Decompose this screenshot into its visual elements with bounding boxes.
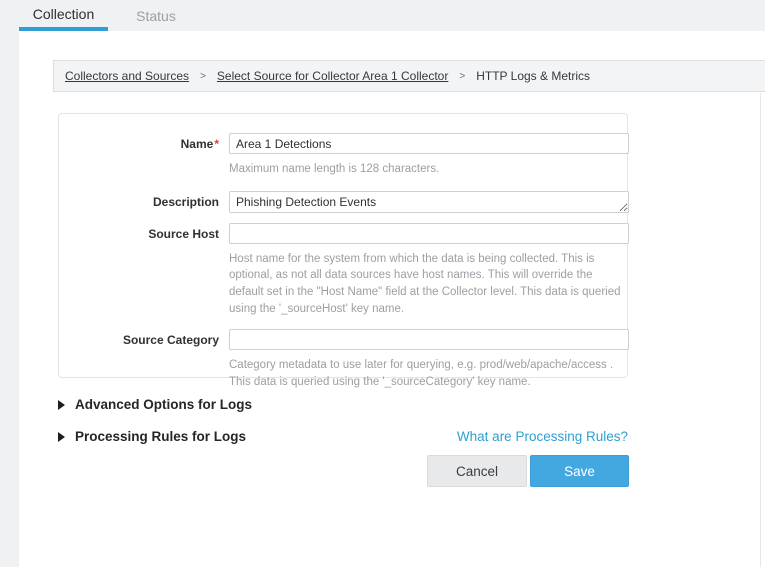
description-row: Description Phishing Detection Events [59,191,627,213]
source-host-label: Source Host [59,223,229,318]
source-category-label: Source Category [59,329,229,390]
breadcrumb-select-source[interactable]: Select Source for Collector Area 1 Colle… [217,69,448,83]
description-field-wrap: Phishing Detection Events [229,191,629,213]
source-category-help-text: Category metadata to use later for query… [229,357,629,390]
caret-right-icon [58,400,65,410]
tab-collection[interactable]: Collection [19,0,108,31]
breadcrumb-separator: > [459,71,465,82]
advanced-options-label: Advanced Options for Logs [75,397,252,412]
advanced-options-expander[interactable]: Advanced Options for Logs [58,397,252,412]
right-edge-divider [760,93,761,567]
description-label: Description [59,191,229,213]
breadcrumb-current-page: HTTP Logs & Metrics [476,69,590,83]
source-category-input[interactable] [229,329,629,350]
source-host-help-text: Host name for the system from which the … [229,251,629,318]
top-tab-bar: Collection Status [0,0,765,31]
tab-status[interactable]: Status [118,0,194,31]
breadcrumb-collectors-and-sources[interactable]: Collectors and Sources [65,69,189,83]
breadcrumb-separator: > [200,71,206,82]
source-host-row: Source Host Host name for the system fro… [59,223,627,318]
name-input[interactable] [229,133,629,154]
tab-collection-label: Collection [33,6,94,22]
processing-rules-expander[interactable]: Processing Rules for Logs [58,429,246,444]
name-row: Name* Maximum name length is 128 charact… [59,133,627,178]
breadcrumb: Collectors and Sources > Select Source f… [53,60,765,92]
caret-right-icon [58,432,65,442]
name-help-text: Maximum name length is 128 characters. [229,161,629,178]
source-config-card: Name* Maximum name length is 128 charact… [58,113,628,378]
save-button[interactable]: Save [530,455,629,487]
source-category-field-wrap: Category metadata to use later for query… [229,329,629,390]
cancel-button[interactable]: Cancel [427,455,527,487]
tab-status-label: Status [136,8,176,24]
source-host-input[interactable] [229,223,629,244]
what-are-processing-rules-link[interactable]: What are Processing Rules? [452,429,628,444]
required-asterisk: * [214,137,219,151]
description-textarea[interactable]: Phishing Detection Events [229,191,629,213]
source-category-row: Source Category Category metadata to use… [59,329,627,390]
processing-rules-label: Processing Rules for Logs [75,429,246,444]
name-field-wrap: Maximum name length is 128 characters. [229,133,629,178]
source-host-field-wrap: Host name for the system from which the … [229,223,629,318]
content-panel: Collectors and Sources > Select Source f… [19,31,765,567]
name-label: Name* [59,133,229,178]
